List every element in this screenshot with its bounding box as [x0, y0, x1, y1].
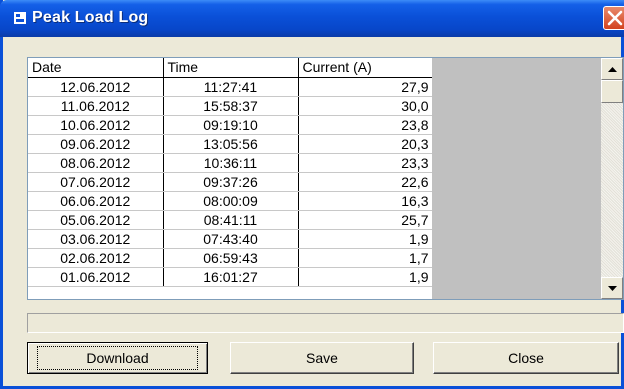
- cell-time: 06:59:43: [163, 248, 299, 268]
- cell-date: 03.06.2012: [28, 229, 164, 249]
- column-header-time[interactable]: Time: [163, 58, 299, 78]
- cell-time: 13:05:56: [163, 134, 299, 154]
- cell-time: 07:43:40: [163, 229, 299, 249]
- save-button-label: Save: [306, 350, 338, 366]
- cell-current: 1,7: [298, 248, 433, 268]
- log-table: Date Time Current (A) 12.06.2012 11:27:41…: [28, 58, 433, 287]
- cell-current: 20,3: [298, 134, 433, 154]
- peak-load-grid[interactable]: Date Time Current (A) 12.06.2012 11:27:41…: [27, 57, 624, 300]
- cell-current: 23,8: [298, 115, 433, 135]
- cell-time: 16:01:27: [163, 267, 299, 287]
- cell-date: 08.06.2012: [28, 153, 164, 173]
- table-row[interactable]: 09.06.2012 13:05:56 20,3: [28, 134, 433, 154]
- cell-current: 27,9: [298, 77, 433, 97]
- table-row[interactable]: 10.06.2012 09:19:10 23,8: [28, 115, 433, 135]
- cell-date: 07.06.2012: [28, 172, 164, 192]
- table-row[interactable]: 11.06.2012 15:58:37 30,0: [28, 96, 433, 116]
- cell-current: 1,9: [298, 267, 433, 287]
- status-bar: [27, 313, 624, 333]
- cell-time: 15:58:37: [163, 96, 299, 116]
- close-button-label: Close: [508, 350, 544, 366]
- cell-date: 05.06.2012: [28, 210, 164, 230]
- cell-current: 23,3: [298, 153, 433, 173]
- table-row[interactable]: 03.06.2012 07:43:40 1,9: [28, 229, 433, 249]
- grid-empty-area: [432, 58, 601, 299]
- cell-current: 30,0: [298, 96, 433, 116]
- cell-date: 12.06.2012: [28, 77, 164, 97]
- table-row[interactable]: 07.06.2012 09:37:26 22,6: [28, 172, 433, 192]
- arrow-down-icon: [608, 286, 617, 291]
- table-row[interactable]: 02.06.2012 06:59:43 1,7: [28, 248, 433, 268]
- vertical-scrollbar[interactable]: [601, 58, 623, 299]
- cell-time: 08:41:11: [163, 210, 299, 230]
- close-button[interactable]: Close: [433, 342, 619, 374]
- cell-date: 11.06.2012: [28, 96, 164, 116]
- cell-time: 09:19:10: [163, 115, 299, 135]
- cell-current: 1,9: [298, 229, 433, 249]
- save-button[interactable]: Save: [230, 342, 414, 374]
- table-row[interactable]: 12.06.2012 11:27:41 27,9: [28, 77, 433, 97]
- table-row[interactable]: 08.06.2012 10:36:11 23,3: [28, 153, 433, 173]
- cell-date: 06.06.2012: [28, 191, 164, 211]
- download-button-label: Download: [37, 346, 198, 370]
- scroll-down-button[interactable]: [601, 277, 623, 299]
- cell-time: 10:36:11: [163, 153, 299, 173]
- cell-date: 09.06.2012: [28, 134, 164, 154]
- cell-current: 22,6: [298, 172, 433, 192]
- cell-time: 11:27:41: [163, 77, 299, 97]
- column-header-date[interactable]: Date: [28, 58, 164, 78]
- column-header-current[interactable]: Current (A): [298, 58, 433, 78]
- title-close-button[interactable]: [603, 6, 624, 30]
- cell-time: 09:37:26: [163, 172, 299, 192]
- window-title: Peak Load Log: [32, 9, 149, 26]
- cell-date: 01.06.2012: [28, 267, 164, 287]
- app-icon: [14, 12, 26, 24]
- download-button[interactable]: Download: [27, 342, 208, 374]
- scroll-up-button[interactable]: [601, 58, 623, 80]
- cell-date: 10.06.2012: [28, 115, 164, 135]
- cell-current: 16,3: [298, 191, 433, 211]
- scroll-thumb[interactable]: [601, 80, 623, 103]
- arrow-up-icon: [608, 67, 617, 72]
- cell-date: 02.06.2012: [28, 248, 164, 268]
- title-bar[interactable]: Peak Load Log: [0, 0, 624, 37]
- table-row[interactable]: 05.06.2012 08:41:11 25,7: [28, 210, 433, 230]
- close-icon: [607, 10, 623, 26]
- peak-load-log-window: Peak Load Log Date Time Current (A) 12.0…: [0, 0, 624, 389]
- cell-current: 25,7: [298, 210, 433, 230]
- cell-time: 08:00:09: [163, 191, 299, 211]
- table-row[interactable]: 01.06.2012 16:01:27 1,9: [28, 267, 433, 287]
- table-row[interactable]: 06.06.2012 08:00:09 16,3: [28, 191, 433, 211]
